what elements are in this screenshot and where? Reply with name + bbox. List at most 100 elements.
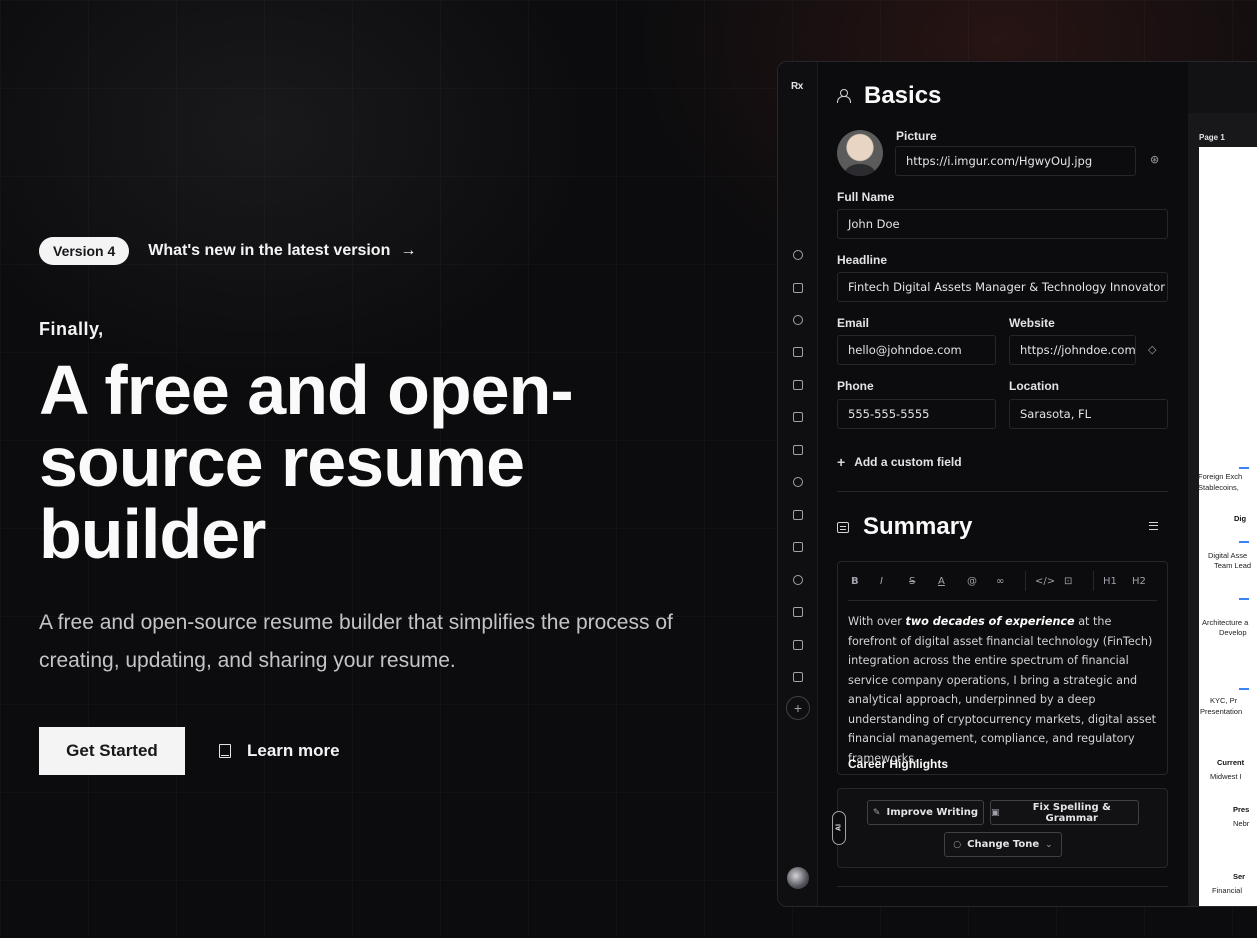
learn-more-label: Learn more bbox=[247, 741, 340, 760]
section-divider bbox=[837, 491, 1168, 492]
fullname-label: Full Name bbox=[837, 190, 895, 204]
sidebar-summary-icon[interactable] bbox=[793, 283, 803, 293]
improve-writing-button[interactable]: ✎ Improve Writing bbox=[867, 800, 984, 825]
preview-snippet: Develop bbox=[1219, 628, 1247, 637]
basics-header: Basics bbox=[837, 82, 941, 110]
phone-input[interactable]: 555-555-5555 bbox=[837, 399, 996, 429]
location-label: Location bbox=[1009, 379, 1059, 393]
preview-rule bbox=[1239, 688, 1249, 690]
resume-page[interactable]: Foreign Exch Stablecoins, Dig Digital As… bbox=[1198, 147, 1257, 906]
ai-actions-panel: AI ✎ Improve Writing ▣ Fix Spelling & Gr… bbox=[832, 788, 1168, 868]
improve-writing-label: Improve Writing bbox=[886, 807, 979, 818]
tag-icon[interactable]: ◇ bbox=[1148, 343, 1156, 356]
hero-section: Version 4 What's new in the latest versi… bbox=[39, 237, 739, 775]
user-avatar[interactable] bbox=[787, 867, 809, 889]
sidebar-basics-icon[interactable] bbox=[793, 250, 803, 260]
email-label: Email bbox=[837, 316, 870, 330]
hero-subtitle: A free and open-source resume builder th… bbox=[39, 611, 673, 672]
code-button[interactable]: </> bbox=[1035, 576, 1064, 587]
bold-button[interactable]: B bbox=[851, 576, 880, 587]
version-badge[interactable]: Version 4 bbox=[39, 237, 130, 265]
resume-preview: Page 1 Foreign Exch Stablecoins, Dig Dig… bbox=[1188, 62, 1257, 906]
spellcheck-icon: ▣ bbox=[991, 807, 1000, 818]
sidebar-awards-icon[interactable] bbox=[793, 477, 803, 487]
preview-snippet: Financial bbox=[1212, 886, 1243, 895]
sidebar-references-icon[interactable] bbox=[793, 672, 803, 682]
picture-url-input[interactable]: https://i.imgur.com/HgwyOuJ.jpg bbox=[895, 146, 1136, 176]
summary-emphasis: two decades of experience bbox=[905, 615, 1075, 628]
preview-snippet: Team Lead bbox=[1214, 561, 1252, 570]
sidebar-publications-icon[interactable] bbox=[793, 607, 803, 617]
cta-row: Get Started Learn more bbox=[39, 727, 739, 775]
preview-snippet: Stablecoins, bbox=[1198, 483, 1239, 492]
get-started-button[interactable]: Get Started bbox=[39, 727, 185, 775]
sidebar-volunteer-icon[interactable] bbox=[793, 640, 803, 650]
preview-rule bbox=[1239, 467, 1249, 469]
section-divider bbox=[837, 886, 1168, 887]
preview-rule bbox=[1239, 598, 1249, 600]
code-block-button[interactable]: ⊡ bbox=[1064, 576, 1093, 587]
preview-topbar bbox=[1188, 62, 1257, 113]
sidebar-skills-icon[interactable] bbox=[793, 412, 803, 422]
fix-spelling-button[interactable]: ▣ Fix Spelling & Grammar bbox=[990, 800, 1139, 825]
sidebar-experience-icon[interactable] bbox=[793, 347, 803, 357]
menu-icon[interactable] bbox=[1149, 522, 1158, 530]
picture-label: Picture bbox=[896, 129, 937, 143]
aperture-icon[interactable]: ⊛ bbox=[1150, 153, 1159, 166]
strikethrough-button[interactable]: S bbox=[909, 576, 938, 587]
website-input[interactable]: https://johndoe.com bbox=[1009, 335, 1136, 365]
basics-title: Basics bbox=[864, 82, 942, 109]
headline-input[interactable]: Fintech Digital Assets Manager & Technol… bbox=[837, 272, 1168, 302]
sidebar-education-icon[interactable] bbox=[793, 380, 803, 390]
text-color-button[interactable]: A bbox=[938, 576, 967, 587]
sidebar-profiles-icon[interactable] bbox=[793, 315, 803, 325]
editor-panel: Basics Picture https://i.imgur.com/HgwyO… bbox=[818, 62, 1188, 906]
toolbar-divider bbox=[848, 600, 1157, 601]
heading2-button[interactable]: H2 bbox=[1132, 576, 1161, 587]
announcement-row: Version 4 What's new in the latest versi… bbox=[39, 237, 739, 265]
preview-snippet: Digital Asse bbox=[1208, 551, 1248, 560]
learn-more-button[interactable]: Learn more bbox=[219, 741, 340, 761]
ai-badge: AI bbox=[832, 811, 846, 845]
book-icon bbox=[219, 744, 231, 758]
hero-headline: A free and open-source resume builder bbox=[39, 351, 574, 573]
fix-spelling-label: Fix Spelling & Grammar bbox=[1032, 801, 1111, 824]
add-section-button[interactable]: + bbox=[786, 696, 810, 720]
user-icon bbox=[837, 89, 851, 103]
sidebar-certifications-icon[interactable] bbox=[793, 510, 803, 520]
toolbar-separator bbox=[1093, 571, 1094, 591]
sidebar-languages-icon[interactable] bbox=[793, 445, 803, 455]
mention-button[interactable]: @ bbox=[967, 576, 996, 587]
change-tone-button[interactable]: ○ Change Tone ⌄ bbox=[944, 832, 1062, 857]
heading1-button[interactable]: H1 bbox=[1103, 576, 1132, 587]
link-button[interactable]: ∞ bbox=[996, 576, 1025, 587]
location-input[interactable]: Sarasota, FL bbox=[1009, 399, 1168, 429]
preview-snippet: Midwest I bbox=[1210, 772, 1242, 781]
summary-header: Summary bbox=[837, 513, 972, 541]
profile-picture[interactable] bbox=[837, 130, 883, 176]
website-label: Website bbox=[1009, 316, 1055, 330]
summary-text[interactable]: With over two decades of experience at t… bbox=[848, 612, 1158, 768]
add-custom-field-label: Add a custom field bbox=[854, 455, 962, 469]
arrow-right-icon: → bbox=[400, 242, 417, 259]
whats-new-label: What's new in the latest version bbox=[148, 242, 391, 259]
summary-title: Summary bbox=[863, 513, 973, 540]
sidebar-rail: Rx + bbox=[778, 62, 818, 906]
chat-icon: ○ bbox=[953, 839, 962, 850]
fullname-input[interactable]: John Doe bbox=[837, 209, 1168, 239]
app-screenshot: Rx + Basics Picture https://i.imgur.com/… bbox=[777, 61, 1257, 907]
sidebar-projects-icon[interactable] bbox=[793, 575, 803, 585]
preview-snippet: Nebr bbox=[1233, 819, 1250, 828]
preview-snippet: Pres bbox=[1233, 805, 1250, 814]
italic-button[interactable]: I bbox=[880, 576, 909, 587]
email-input[interactable]: hello@johndoe.com bbox=[837, 335, 996, 365]
whats-new-link[interactable]: What's new in the latest version → bbox=[148, 242, 416, 260]
sidebar-interests-icon[interactable] bbox=[793, 542, 803, 552]
career-highlights-heading: Career Highlights bbox=[848, 757, 949, 771]
add-custom-field-button[interactable]: + Add a custom field bbox=[837, 454, 962, 470]
toolbar-separator bbox=[1025, 571, 1026, 591]
plus-icon: + bbox=[837, 454, 846, 470]
summary-editor[interactable]: B I S A @ ∞ </> ⊡ H1 H2 With over two de… bbox=[837, 561, 1168, 775]
app-logo[interactable]: Rx bbox=[791, 81, 803, 92]
preview-snippet: Architecture a bbox=[1202, 618, 1249, 627]
